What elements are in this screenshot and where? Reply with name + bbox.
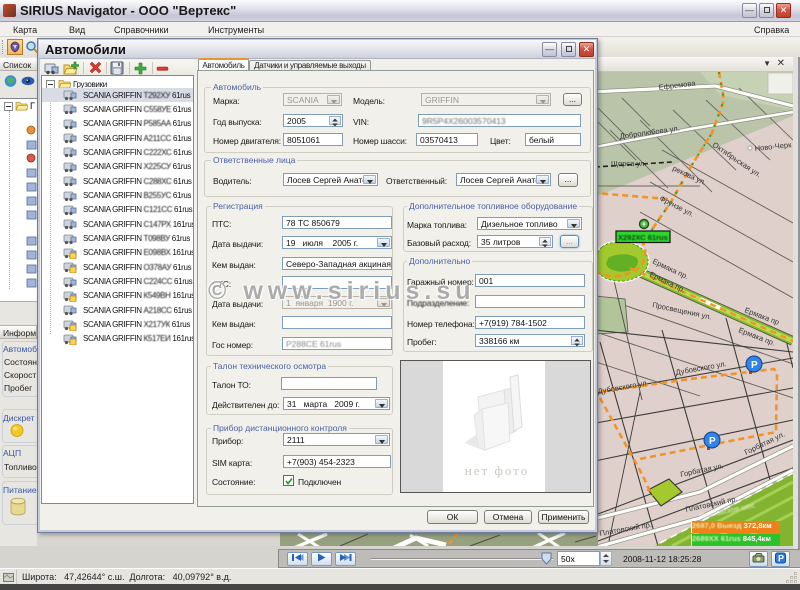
svg-text:P: P: [751, 360, 758, 371]
svg-text:P: P: [709, 436, 716, 447]
svg-text:P: P: [778, 554, 784, 564]
svg-text:Щорса ул.: Щорса ул.: [611, 159, 646, 168]
svg-text:Х292ХС 61rus: Х292ХС 61rus: [618, 233, 668, 242]
